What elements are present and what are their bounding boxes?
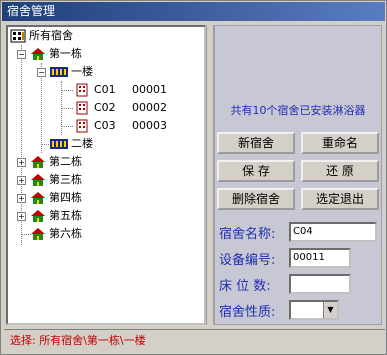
- tree-guide: [61, 108, 73, 109]
- room-number: 00002: [132, 101, 167, 114]
- tree-floor-label: 一楼: [71, 65, 93, 78]
- house-icon: [31, 48, 45, 60]
- room-code: C01: [94, 83, 116, 96]
- expand-toggle[interactable]: +: [17, 194, 26, 203]
- tree-building-label: 第三栋: [49, 173, 82, 186]
- dormitory-tree[interactable]: 所有宿舍 − 第一栋 − 一楼 C01 00001 C02 00002 C03 …: [6, 25, 206, 325]
- tree-building-label: 第五栋: [49, 209, 82, 222]
- dorm-type-label: 宿舍性质:: [219, 305, 276, 320]
- rename-button[interactable]: 重命名: [301, 132, 379, 154]
- building-group-icon: [10, 29, 26, 43]
- tree-root[interactable]: 所有宿舍: [10, 27, 73, 45]
- house-icon: [31, 192, 45, 204]
- delete-dorm-button[interactable]: 删除宿舍: [217, 188, 295, 210]
- tree-floor-label: 二楼: [71, 137, 93, 150]
- select-exit-button[interactable]: 选定退出: [301, 188, 379, 210]
- expand-toggle[interactable]: +: [17, 176, 26, 185]
- room-number: 00003: [132, 119, 167, 132]
- shower-info-text: 共有10个宿舍已安装淋浴器: [230, 104, 366, 117]
- tree-building-3[interactable]: 第三栋: [30, 171, 82, 189]
- tree-building-label: 第二栋: [49, 155, 82, 168]
- expand-toggle[interactable]: −: [37, 68, 46, 77]
- floor-icon: [50, 67, 68, 77]
- tree-scrollbar[interactable]: [206, 25, 214, 325]
- room-code: C03: [94, 119, 116, 132]
- tree-room[interactable]: C01 00001: [76, 81, 167, 99]
- tree-root-label: 所有宿舍: [29, 29, 73, 42]
- tree-guide: [61, 126, 73, 127]
- house-icon: [31, 210, 45, 222]
- dorm-name-label: 宿舍名称:: [219, 227, 276, 242]
- tree-floor-1[interactable]: 一楼: [50, 63, 93, 81]
- tree-building-label: 第六栋: [49, 227, 82, 240]
- tree-building-1[interactable]: 第一栋: [30, 45, 82, 63]
- dorm-name-field[interactable]: C04: [289, 222, 377, 242]
- tree-building-4[interactable]: 第四栋: [30, 189, 82, 207]
- room-icon: [76, 101, 88, 115]
- chevron-down-icon[interactable]: ▼: [323, 302, 337, 318]
- room-number: 00001: [132, 83, 167, 96]
- expand-toggle[interactable]: −: [17, 50, 26, 59]
- bed-count-label: 床 位 数:: [219, 279, 271, 294]
- device-number-field[interactable]: 00011: [289, 248, 351, 268]
- tree-guide: [61, 90, 73, 91]
- house-icon: [31, 174, 45, 186]
- tree-building-5[interactable]: 第五栋: [30, 207, 82, 225]
- title-bar[interactable]: 宿舍管理: [2, 2, 385, 21]
- room-icon: [76, 83, 88, 97]
- tree-building-6[interactable]: 第六栋: [30, 225, 82, 243]
- dorm-type-select[interactable]: ▼: [289, 300, 339, 320]
- device-number-label: 设备编号:: [219, 253, 276, 268]
- room-code: C02: [94, 101, 116, 114]
- room-icon: [76, 119, 88, 133]
- restore-button[interactable]: 还 原: [301, 160, 379, 182]
- window-title: 宿舍管理: [7, 4, 56, 18]
- tree-building-label: 第四栋: [49, 191, 82, 204]
- expand-toggle[interactable]: +: [17, 158, 26, 167]
- tree-room[interactable]: C03 00003: [76, 117, 167, 135]
- save-button[interactable]: 保 存: [217, 160, 295, 182]
- new-dorm-button[interactable]: 新宿舍: [217, 132, 295, 154]
- bed-count-field[interactable]: [289, 274, 351, 294]
- selection-path: 选择: 所有宿舍\第一栋\一楼: [10, 334, 146, 347]
- detail-panel: 共有10个宿舍已安装淋浴器 新宿舍 重命名 保 存 还 原 删除宿舍 选定退出 …: [214, 25, 382, 325]
- expand-toggle[interactable]: +: [17, 212, 26, 221]
- tree-building-2[interactable]: 第二栋: [30, 153, 82, 171]
- floor-icon: [50, 139, 68, 149]
- app-window: 宿舍管理 所有宿舍 − 第一栋 − 一楼 C01 00001 C02 00002…: [0, 0, 387, 355]
- status-bar: 选择: 所有宿舍\第一栋\一楼: [4, 329, 385, 351]
- tree-floor-2[interactable]: 二楼: [50, 135, 93, 153]
- tree-building-label: 第一栋: [49, 47, 82, 60]
- house-icon: [31, 156, 45, 168]
- house-icon: [31, 228, 45, 240]
- tree-room[interactable]: C02 00002: [76, 99, 167, 117]
